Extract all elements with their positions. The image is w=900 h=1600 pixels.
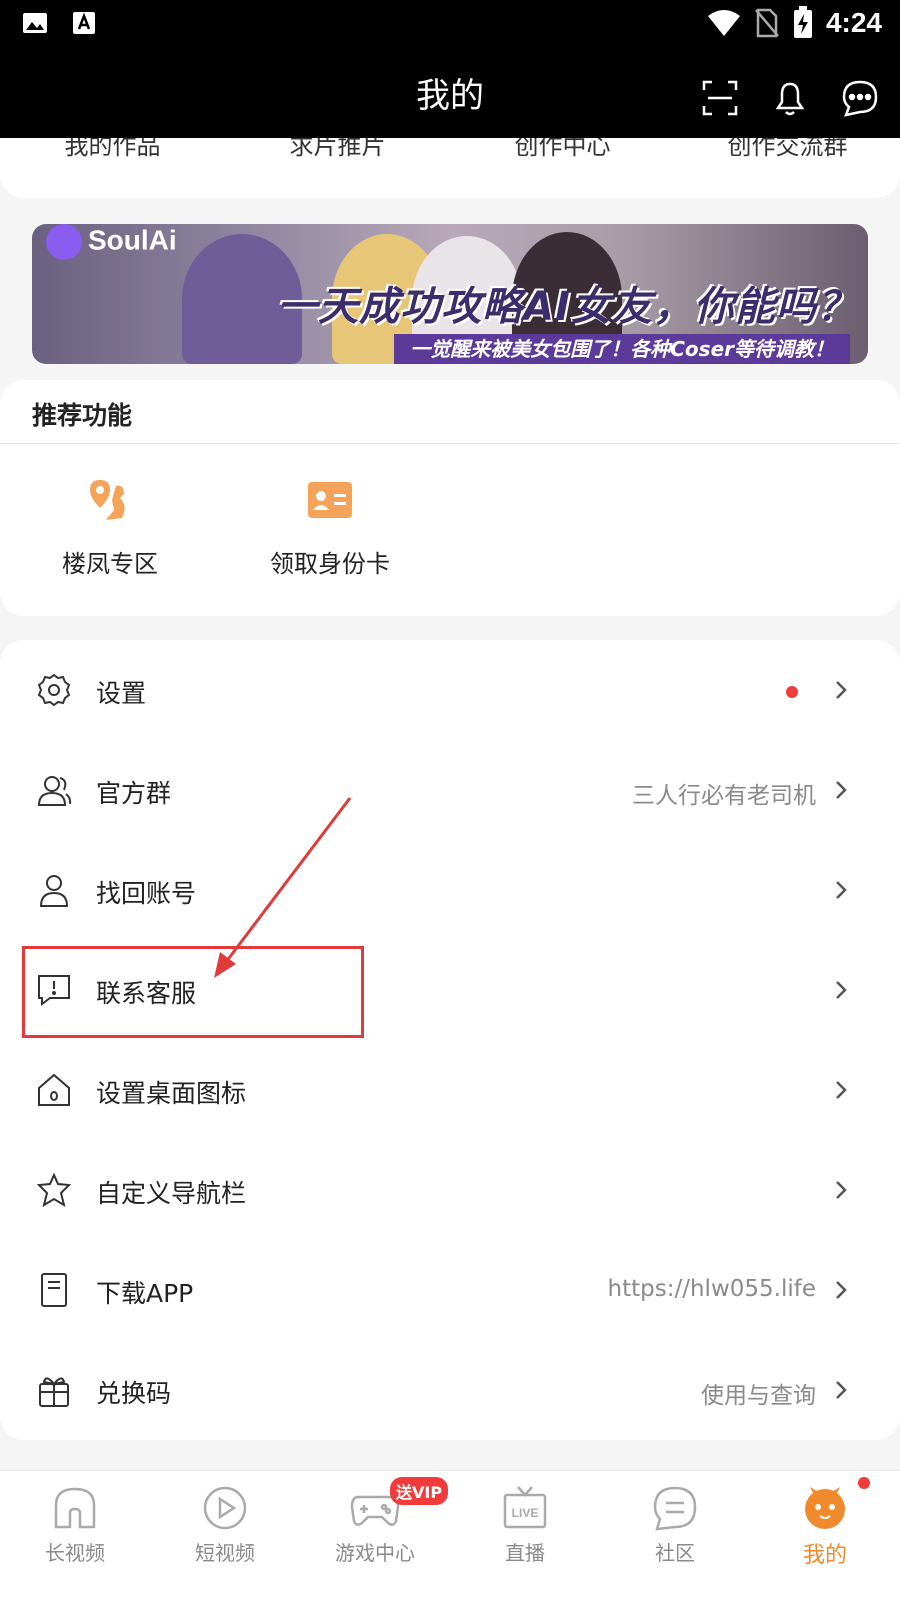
play-circle-icon [203, 1486, 247, 1530]
chevron-right-icon [836, 1281, 847, 1299]
nav-item-game-center[interactable]: 送VIP 游戏中心 [300, 1471, 450, 1600]
nav-item-community[interactable]: 社区 [600, 1471, 750, 1600]
menu-item-official-group[interactable]: 官方群 三人行必有老司机 [0, 740, 900, 840]
recommend-title: 推荐功能 [32, 401, 133, 430]
menu-label: 设置 [96, 679, 147, 708]
menu-label: 设置桌面图标 [96, 1079, 247, 1108]
chevron-right-icon [836, 1381, 847, 1399]
home-icon [38, 1073, 70, 1106]
recommend-item-label: 领取身份卡 [270, 550, 390, 578]
menu-label: 找回账号 [96, 879, 197, 908]
nav-item-live[interactable]: LIVE 直播 [450, 1471, 600, 1600]
nav-label: 社区 [655, 1541, 695, 1565]
menu-value: 使用与查询 [701, 1383, 816, 1409]
works-card: 我的作品 求片推片 创作中心 创作交流群 [0, 138, 900, 198]
menu-item-custom-nav[interactable]: 自定义导航栏 [0, 1140, 900, 1240]
menu-value: 三人行必有老司机 [632, 783, 816, 809]
bell-icon[interactable] [770, 78, 810, 118]
users-icon [37, 776, 72, 806]
recommend-item-id-card[interactable]: 领取身份卡 [230, 476, 430, 579]
banner-headline: 一天成功攻略AI女友，你能吗？ [277, 284, 858, 330]
image-icon [23, 13, 47, 33]
chevron-right-icon [836, 881, 847, 899]
location-girl-icon [90, 480, 125, 520]
chat-bubble-icon [653, 1486, 697, 1531]
svg-text:LIVE: LIVE [512, 1506, 539, 1520]
gift-icon [39, 1377, 69, 1407]
chevron-right-icon [836, 981, 847, 999]
document-icon [41, 1273, 67, 1307]
vip-badge: 送VIP [390, 1477, 449, 1505]
mascot-icon [805, 1487, 845, 1529]
chevron-right-icon [836, 681, 847, 699]
menu-label: 自定义导航栏 [96, 1179, 247, 1208]
menu-label: 下载APP [96, 1279, 194, 1308]
no-sim-icon [754, 8, 779, 38]
banner-subline: 一觉醒来被美女包围了！各种Coser等待调教！ [394, 334, 850, 364]
notification-dot [858, 1477, 870, 1489]
annotation-highlight-box [22, 946, 364, 1038]
divider [0, 443, 900, 444]
menu-value: https://hlw055.life [607, 1276, 816, 1302]
menu-item-desktop-icon[interactable]: 设置桌面图标 [0, 1040, 900, 1140]
user-icon [39, 875, 69, 907]
recommend-item-label: 楼凤专区 [62, 550, 158, 578]
works-item-creator-group[interactable]: 创作交流群 [675, 138, 900, 161]
bottom-nav: 长视频 短视频 送VIP 游戏中心 LIVE 直播 社区 我的 [0, 1470, 900, 1600]
content-area: 我的作品 求片推片 创作中心 创作交流群 SoulAi 一天成功攻略AI女友，你… [0, 138, 900, 1500]
menu-card: 设置 官方群 三人行必有老司机 找回账号 联系客服 设置桌面图标 自定义导航栏 … [0, 640, 900, 1440]
menu-item-recover-account[interactable]: 找回账号 [0, 840, 900, 940]
banner-logo: SoulAi [46, 224, 177, 260]
nav-item-long-video[interactable]: 长视频 [0, 1471, 150, 1600]
app-header: 我的 [0, 50, 900, 138]
home-icon [54, 1487, 96, 1529]
menu-item-download-app[interactable]: 下载APP https://hlw055.life [0, 1240, 900, 1340]
chevron-right-icon [836, 1081, 847, 1099]
menu-item-settings[interactable]: 设置 [0, 640, 900, 740]
message-icon[interactable] [840, 78, 880, 118]
works-item-my-works[interactable]: 我的作品 [0, 138, 225, 161]
scan-icon[interactable] [700, 78, 740, 118]
clock: 4:24 [825, 7, 882, 38]
wifi-icon [707, 10, 740, 36]
nav-label: 长视频 [45, 1541, 105, 1565]
works-item-creator-center[interactable]: 创作中心 [450, 138, 675, 161]
chevron-right-icon [836, 1181, 847, 1199]
menu-label: 官方群 [96, 779, 172, 808]
chevron-right-icon [836, 781, 847, 799]
battery-charging-icon [793, 6, 812, 38]
menu-item-redeem-code[interactable]: 兑换码 使用与查询 [0, 1340, 900, 1440]
id-card-icon [308, 482, 352, 518]
star-icon [36, 1172, 72, 1208]
nav-label: 短视频 [195, 1541, 255, 1565]
nav-label: 我的 [802, 1543, 847, 1568]
promo-banner[interactable]: SoulAi 一天成功攻略AI女友，你能吗？ 一觉醒来被美女包围了！各种Cose… [32, 224, 868, 364]
nav-label: 直播 [505, 1541, 545, 1565]
recommend-item-loufeng[interactable]: 楼凤专区 [10, 476, 210, 579]
gear-icon [37, 673, 71, 707]
nav-item-mine[interactable]: 我的 [750, 1471, 900, 1600]
works-item-request[interactable]: 求片推片 [225, 138, 450, 161]
nav-item-short-video[interactable]: 短视频 [150, 1471, 300, 1600]
font-a-icon [73, 12, 95, 34]
notification-dot [786, 686, 798, 698]
menu-label: 兑换码 [96, 1379, 172, 1408]
status-bar: 4:24 [0, 0, 900, 50]
recommend-card: 推荐功能 楼凤专区 领取身份卡 [0, 380, 900, 616]
nav-label: 游戏中心 [335, 1541, 415, 1565]
live-tv-icon: LIVE [503, 1486, 547, 1529]
